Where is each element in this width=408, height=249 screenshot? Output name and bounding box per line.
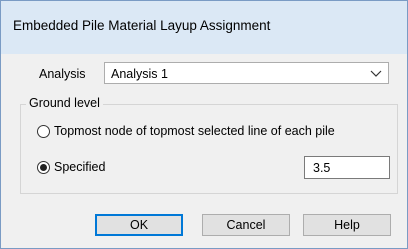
dialog-title: Embedded Pile Material Layup Assignment bbox=[13, 18, 271, 33]
ground-level-legend: Ground level bbox=[26, 96, 103, 110]
radio-topmost-node-circle[interactable] bbox=[37, 124, 50, 138]
ground-level-group bbox=[20, 104, 398, 194]
dialog-body: Analysis Analysis 1 Ground level Topmost… bbox=[1, 54, 407, 248]
dialog-window: Embedded Pile Material Layup Assignment … bbox=[0, 0, 408, 249]
analysis-dropdown[interactable]: Analysis 1 bbox=[104, 62, 389, 84]
specified-value-text: 3.5 bbox=[313, 161, 331, 175]
radio-topmost-node-label: Topmost node of topmost selected line of… bbox=[54, 124, 335, 138]
radio-specified[interactable]: Specified bbox=[37, 160, 105, 174]
specified-value-field[interactable]: 3.5 bbox=[304, 156, 390, 179]
radio-topmost-node[interactable]: Topmost node of topmost selected line of… bbox=[37, 124, 335, 138]
cancel-button[interactable]: Cancel bbox=[202, 214, 290, 236]
radio-selected-dot bbox=[40, 163, 47, 171]
radio-specified-circle[interactable] bbox=[37, 160, 50, 174]
chevron-down-icon bbox=[370, 70, 382, 77]
radio-specified-label: Specified bbox=[54, 160, 106, 174]
title-bar: Embedded Pile Material Layup Assignment bbox=[1, 1, 407, 54]
ok-button[interactable]: OK bbox=[95, 214, 183, 236]
help-button[interactable]: Help bbox=[303, 214, 391, 236]
analysis-dropdown-value: Analysis 1 bbox=[111, 67, 168, 81]
analysis-label: Analysis bbox=[39, 67, 86, 81]
